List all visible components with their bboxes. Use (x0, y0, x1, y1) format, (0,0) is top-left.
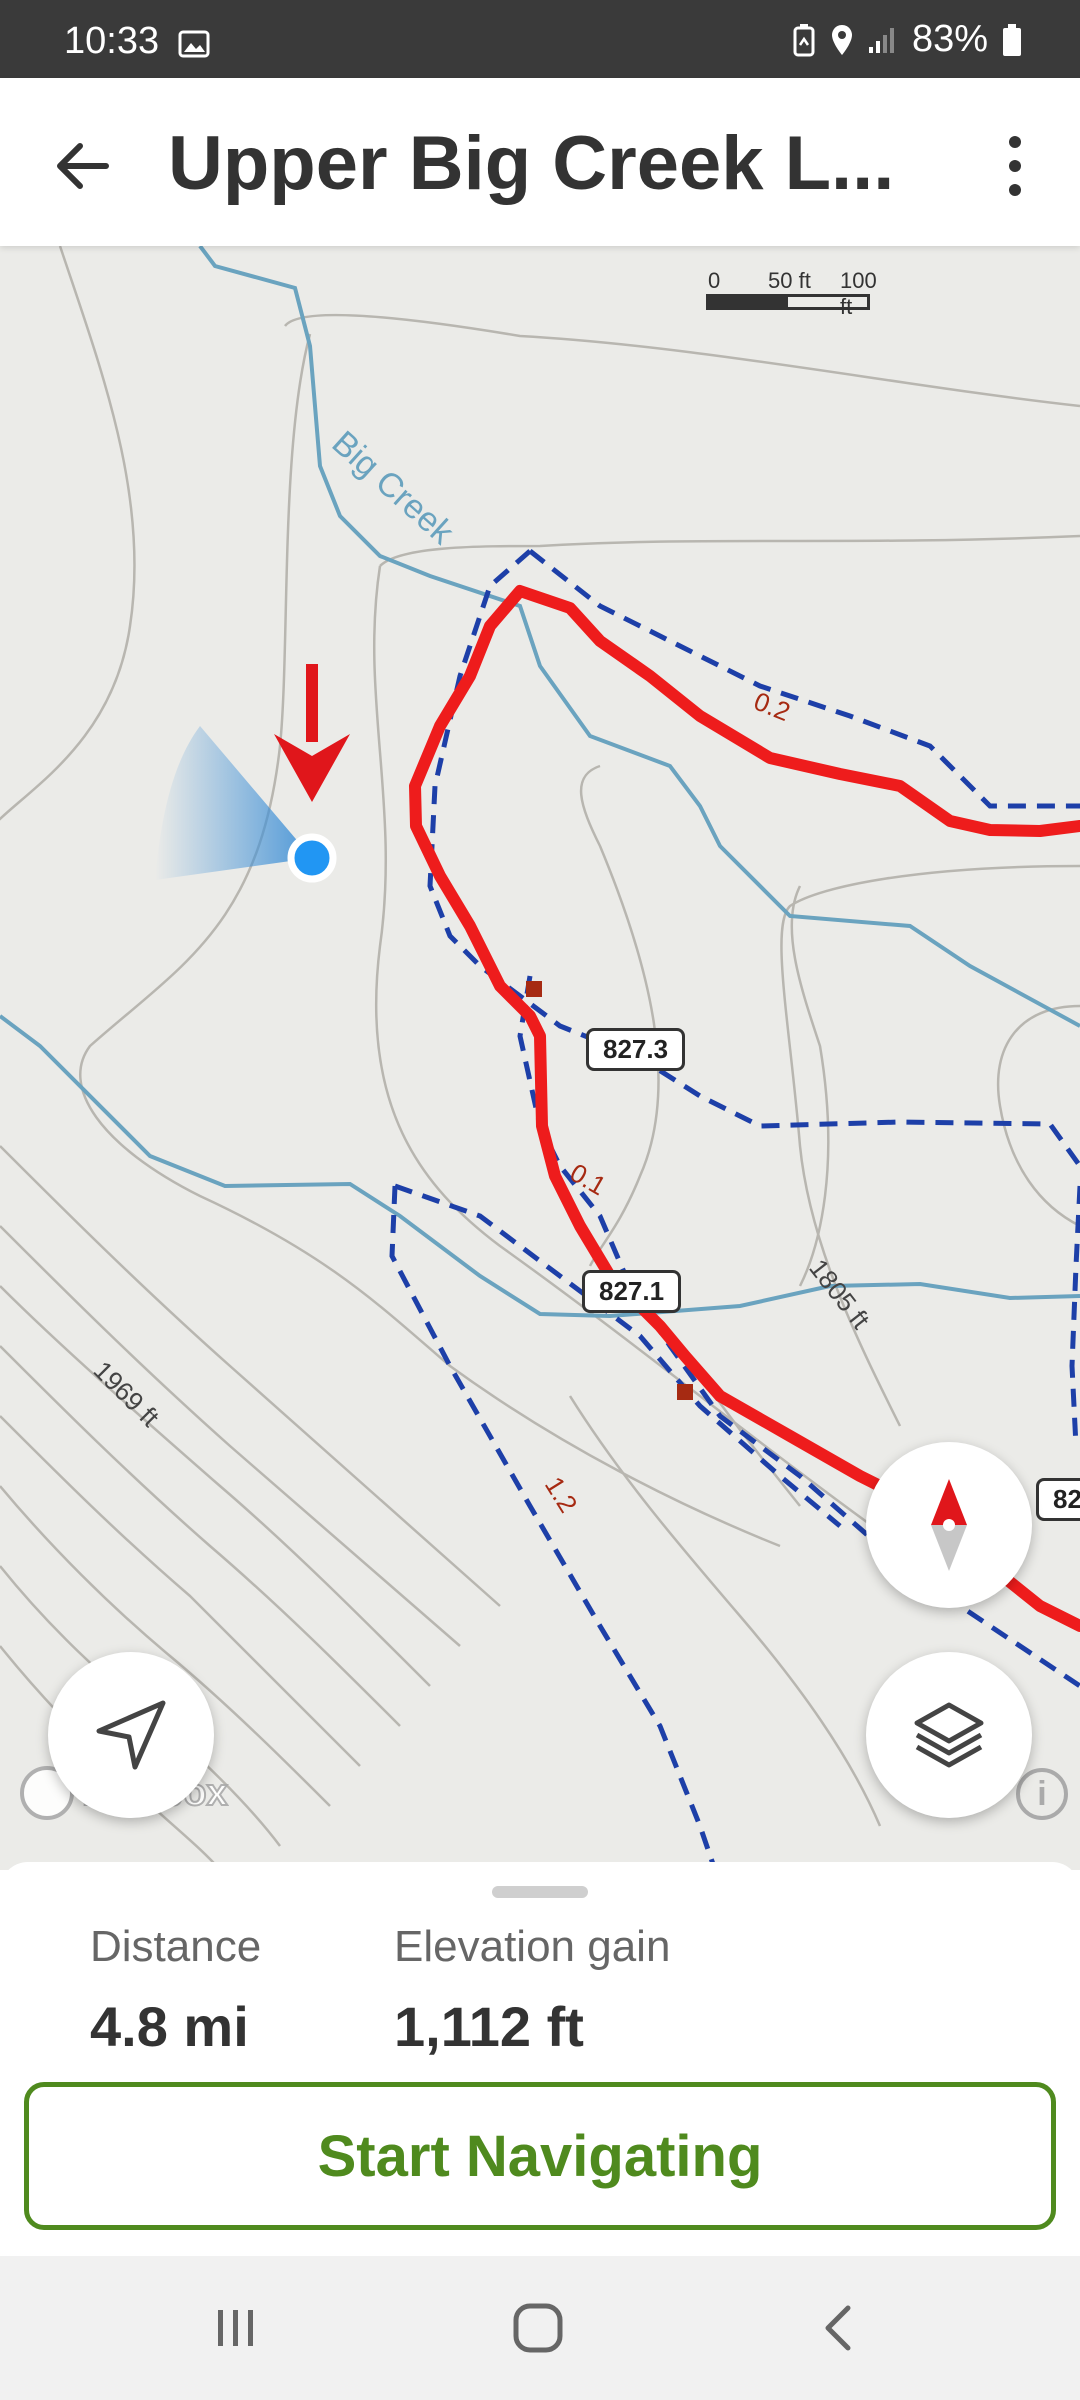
battery-saver-icon (793, 23, 815, 56)
attribution-info-icon[interactable]: i (1016, 1768, 1068, 1820)
start-navigating-button[interactable]: Start Navigating (24, 2082, 1056, 2230)
status-icons: 83% (792, 18, 1022, 61)
back-icon[interactable] (808, 2296, 872, 2360)
scale-zero: 0 (708, 268, 721, 293)
distance-marker: 1.2 (539, 1471, 584, 1518)
trail-label[interactable]: 827.1 (582, 1270, 682, 1313)
back-button[interactable] (44, 126, 124, 206)
trail-summary-sheet[interactable]: Distance 4.8 mi Elevation gain 1,112 ft (0, 1862, 1080, 2059)
distance-marker: 0.2 (750, 686, 795, 727)
elevation-label: Elevation gain (394, 1922, 671, 1971)
more-options-button[interactable] (980, 126, 1050, 206)
signal-icon (868, 27, 894, 53)
elevation-stat: Elevation gain 1,112 ft (394, 1922, 670, 2059)
arrow-left-icon (57, 143, 109, 189)
status-bar: 10:33 83% (0, 0, 1080, 78)
compass-icon (931, 1479, 967, 1571)
distance-value: 4.8 mi (90, 1995, 249, 2058)
creek-lines (0, 246, 1080, 1319)
status-time: 10:33 (64, 20, 160, 62)
elevation-value: 1,112 ft (394, 1995, 584, 2058)
scale-bar: 0 50 ft 100 ft (706, 268, 886, 319)
elevation-label: 1969 ft (88, 1355, 166, 1433)
trail-label[interactable]: 827.3 (586, 1028, 686, 1071)
distance-marker: 0.1 (565, 1157, 611, 1201)
compass-button[interactable] (866, 1442, 1032, 1608)
junction-marker (677, 1384, 693, 1400)
image-icon (178, 30, 210, 58)
trail-map[interactable]: Big Creek 0.2 0.1 1.2 1969 ft 1805 ft 0 … (0, 246, 1080, 1870)
junction-marker (526, 981, 542, 997)
location-icon (831, 24, 852, 55)
action-bar: Start Navigating (0, 2056, 1080, 2256)
home-icon[interactable] (506, 2296, 570, 2360)
my-location-button[interactable] (48, 1652, 214, 1818)
distance-stat: Distance 4.8 mi (90, 1922, 261, 2059)
scale-end: 100 ft (840, 268, 877, 319)
user-location-dot (287, 833, 337, 883)
layers-icon (914, 1702, 984, 1768)
layers-button[interactable] (866, 1652, 1032, 1818)
trail-label[interactable]: 82 (1036, 1478, 1080, 1521)
map-canvas[interactable]: Big Creek 0.2 0.1 1.2 1969 ft 1805 ft (0, 246, 1080, 1870)
battery-icon (1003, 23, 1021, 56)
battery-percent: 83% (911, 18, 988, 60)
system-nav-bar (0, 2256, 1080, 2400)
app-bar: Upper Big Creek L... (0, 78, 1080, 246)
creek-label: Big Creek (325, 424, 462, 553)
more-vertical-icon (1009, 136, 1021, 196)
recents-icon[interactable] (204, 2296, 268, 2360)
elevation-label: 1805 ft (803, 1253, 876, 1335)
navigation-arrow-icon (96, 1700, 166, 1770)
annotation-arrow (274, 664, 350, 802)
scale-mid: 50 ft (768, 268, 811, 293)
page-title: Upper Big Creek L... (168, 121, 895, 206)
distance-label: Distance (90, 1922, 262, 1971)
sheet-drag-handle[interactable] (492, 1886, 588, 1898)
